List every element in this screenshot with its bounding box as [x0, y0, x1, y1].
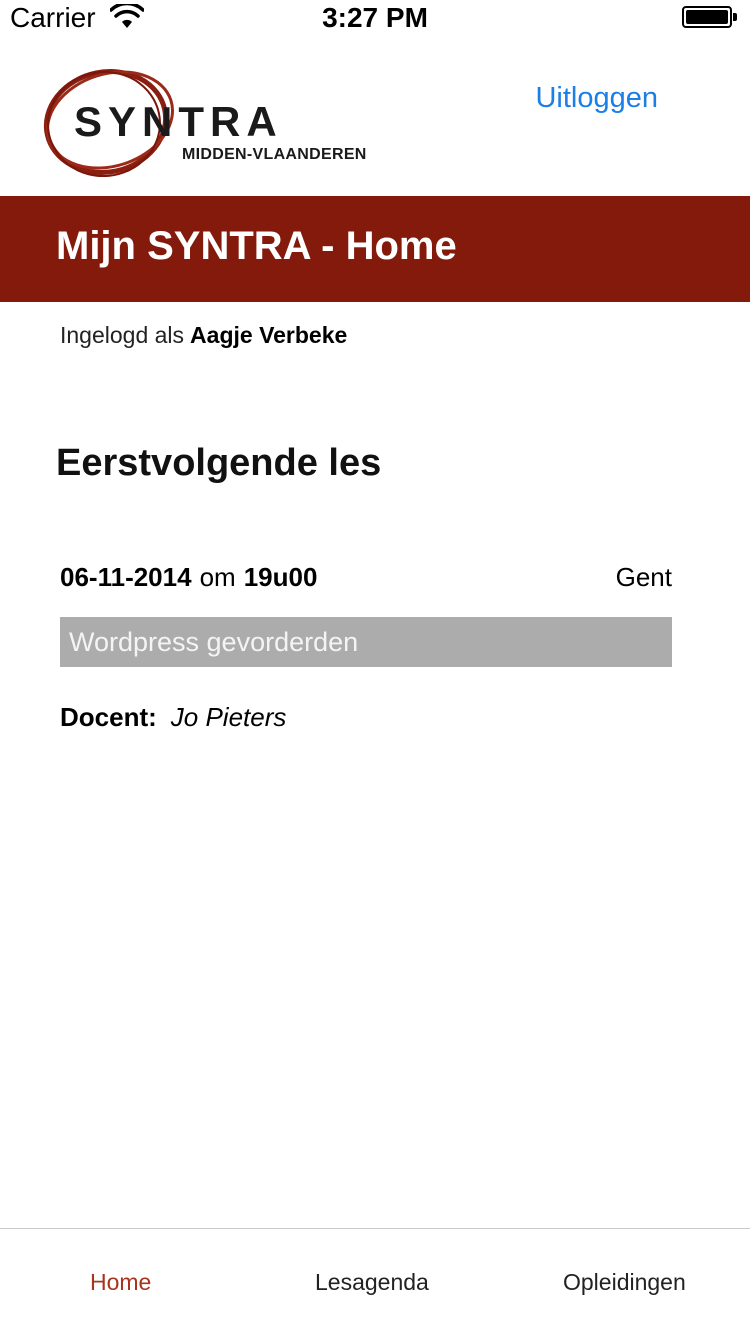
teacher-name: Jo Pieters [170, 702, 287, 732]
lesson-date: 06-11-2014 [60, 562, 192, 592]
app-screen: Carrier 3:27 PM SYNTRA MIDDEN-VLAANDEREN… [0, 0, 750, 1334]
user-name: Aagje Verbeke [190, 322, 348, 348]
tab-lesagenda[interactable]: Lesagenda [315, 1269, 429, 1296]
course-name: Wordpress gevorderden [69, 627, 359, 657]
status-time: 3:27 PM [322, 2, 428, 33]
page-title-bar: Mijn SYNTRA - Home [0, 196, 750, 302]
course-name-bar[interactable]: Wordpress gevorderden [60, 617, 672, 667]
logged-in-info: Ingelogd als Aagje Verbeke [60, 322, 347, 349]
logged-in-label: Ingelogd als [60, 322, 185, 348]
tab-bar: Home Lesagenda Opleidingen [0, 1228, 750, 1334]
tab-home[interactable]: Home [90, 1269, 151, 1296]
lesson-connector: om [199, 562, 236, 592]
logout-link[interactable]: Uitloggen [535, 82, 658, 115]
tab-opleidingen[interactable]: Opleidingen [563, 1269, 686, 1296]
teacher-label: Docent: [60, 702, 157, 732]
logo-subtitle: MIDDEN-VLAANDEREN [182, 146, 367, 163]
syntra-logo: SYNTRA MIDDEN-VLAANDEREN [40, 64, 390, 182]
page-title: Mijn SYNTRA - Home [56, 224, 457, 268]
status-bar: Carrier 3:27 PM [0, 0, 750, 40]
battery-icon [682, 6, 740, 30]
logo-wordmark: SYNTRA [74, 98, 283, 145]
lesson-location: Gent [615, 562, 672, 592]
lesson-time: 19u00 [243, 562, 318, 592]
next-lesson-heading: Eerstvolgende les [56, 442, 382, 484]
teacher-row: Docent: Jo Pieters [60, 702, 286, 733]
lesson-datetime-row: 06-11-2014 om 19u00 Gent [60, 562, 672, 593]
